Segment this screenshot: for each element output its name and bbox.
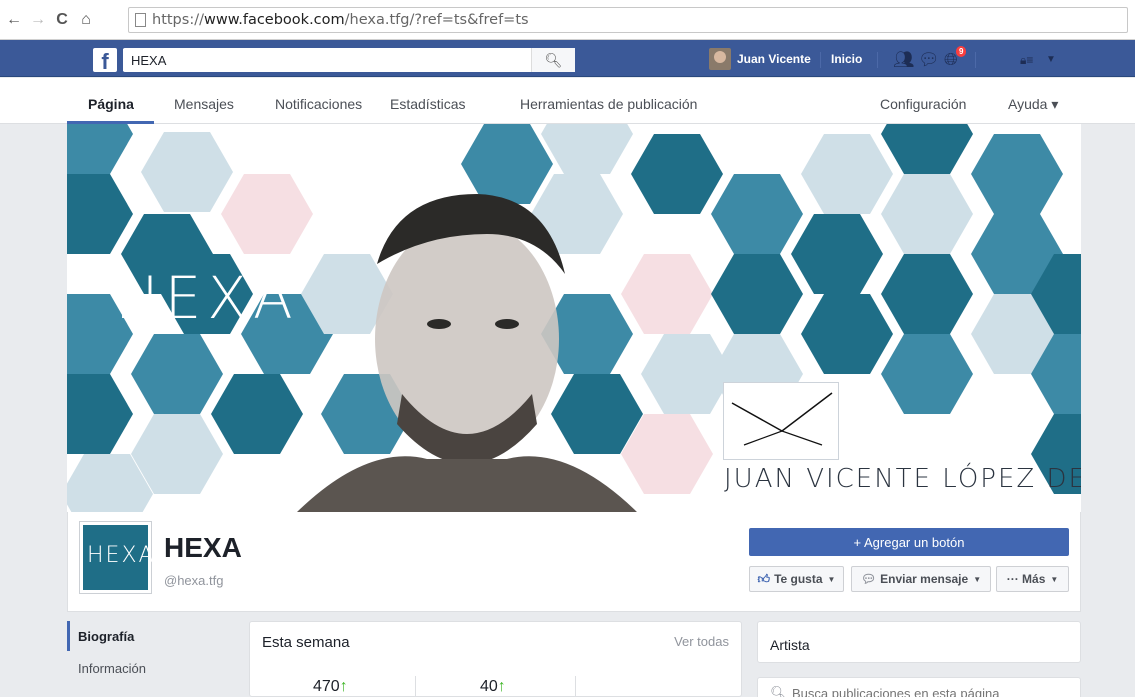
like-label: Te gusta [774, 572, 823, 586]
stat-number: 470 [313, 678, 340, 695]
arrow-up-icon: ↑ [339, 678, 348, 695]
cover-photo[interactable]: HEXA JUAN VICENTE LÓPEZ DELICADO [67, 124, 1081, 512]
more-label: ··· Más [1006, 572, 1046, 586]
page-post-search: 🔍︎ [757, 677, 1081, 697]
page-sidebar-nav: Biografía Información [67, 621, 235, 697]
divider [415, 676, 416, 697]
stat-number: 40 [480, 678, 498, 695]
stat-value: 40↑ [480, 678, 506, 696]
reload-icon[interactable]: C [52, 11, 72, 29]
cover-hexa-logo: HEXA [115, 264, 299, 332]
address-bar[interactable]: https://www.facebook.com/hexa.tfg/?ref=t… [128, 7, 1128, 33]
category-card: Artista [757, 621, 1081, 663]
week-card-title: Esta semana [262, 634, 350, 651]
tab-estadisticas[interactable]: Estadísticas [390, 96, 465, 112]
like-button[interactable]: 👍︎ Te gusta ▼ [749, 566, 844, 592]
message-icon: 💬︎ [860, 572, 877, 586]
search-input[interactable] [123, 49, 533, 71]
notification-badge: 9 [956, 46, 967, 57]
tab-pagina[interactable]: Página [88, 96, 134, 112]
page-handle[interactable]: @hexa.tfg [164, 573, 223, 588]
messages-icon[interactable]: 💬︎ [918, 50, 940, 70]
page-title[interactable]: HEXA [164, 532, 242, 564]
search-icon: 🔍︎ [544, 51, 563, 68]
page-category[interactable]: Artista [770, 637, 810, 653]
search-button[interactable]: 🔍︎ [531, 48, 575, 72]
post-search-input[interactable] [792, 686, 1072, 697]
cover-owner-name: JUAN VICENTE LÓPEZ DELICADO [724, 464, 1081, 494]
tab-ayuda[interactable]: Ayuda ▾ [1008, 96, 1058, 113]
tab-herramientas[interactable]: Herramientas de publicación [520, 96, 697, 112]
page-avatar[interactable]: HEXA [79, 521, 154, 594]
friend-requests-icon[interactable]: 👥︎ [893, 50, 915, 70]
search-icon: 🔍︎ [770, 685, 788, 697]
chevron-down-icon: ▼ [1050, 574, 1059, 584]
divider [975, 52, 976, 68]
more-button[interactable]: ··· Más ▼ [996, 566, 1069, 592]
url-host: www.facebook.com [203, 12, 345, 28]
tab-configuracion[interactable]: Configuración [880, 96, 966, 112]
browser-toolbar: ← → C ⌂ https://www.facebook.com/hexa.tf… [0, 0, 1135, 40]
page-avatar-image: HEXA [83, 525, 154, 590]
envelope-icon [723, 382, 839, 460]
this-week-card: Esta semana Ver todas 470↑ 40↑ [249, 621, 742, 697]
home-link[interactable]: Inicio [831, 52, 862, 66]
add-button-cta[interactable]: + Agregar un botón [749, 528, 1069, 556]
divider [820, 52, 821, 68]
nav-biografia[interactable]: Biografía [78, 629, 134, 644]
chevron-down-icon: ▼ [827, 574, 836, 584]
thumbs-up-icon: 👍︎ [757, 571, 771, 586]
send-message-button[interactable]: 💬︎ Enviar mensaje ▼ [851, 566, 991, 592]
privacy-shortcuts-icon[interactable]: 🔒︎≡ [1020, 53, 1033, 68]
facebook-search: 🔍︎ [123, 48, 575, 72]
user-name: Juan Vicente [737, 52, 811, 66]
forward-icon[interactable]: → [28, 11, 48, 29]
arrow-up-icon: ↑ [497, 678, 506, 695]
url-path: /hexa.tfg/?ref=ts&fref=ts [344, 12, 529, 28]
chevron-down-icon: ▼ [973, 574, 982, 584]
home-icon[interactable]: ⌂ [76, 11, 96, 29]
url-prefix: https:// [152, 12, 204, 28]
page-icon [135, 13, 146, 27]
back-icon[interactable]: ← [4, 11, 24, 29]
facebook-top-bar: f 🔍︎ Juan Vicente Inicio 👥︎ 💬︎ 🌐︎ 9 🔒︎≡ … [0, 40, 1135, 77]
avatar [709, 48, 731, 70]
page-avatar-text: HEXA [87, 543, 156, 568]
stat-value: 470↑ [313, 678, 348, 696]
tab-notificaciones[interactable]: Notificaciones [275, 96, 362, 112]
page-navigation: Página Mensajes Notificaciones Estadísti… [0, 78, 1135, 124]
tab-mensajes[interactable]: Mensajes [174, 96, 234, 112]
see-all-link[interactable]: Ver todas [674, 634, 729, 649]
nav-informacion[interactable]: Información [78, 661, 146, 676]
account-menu-chevron-icon[interactable]: ▼ [1046, 54, 1056, 65]
divider [575, 676, 576, 697]
message-label: Enviar mensaje [880, 572, 969, 586]
user-profile-link[interactable]: Juan Vicente [709, 48, 811, 70]
facebook-logo-icon[interactable]: f [93, 48, 117, 72]
divider [877, 52, 878, 68]
